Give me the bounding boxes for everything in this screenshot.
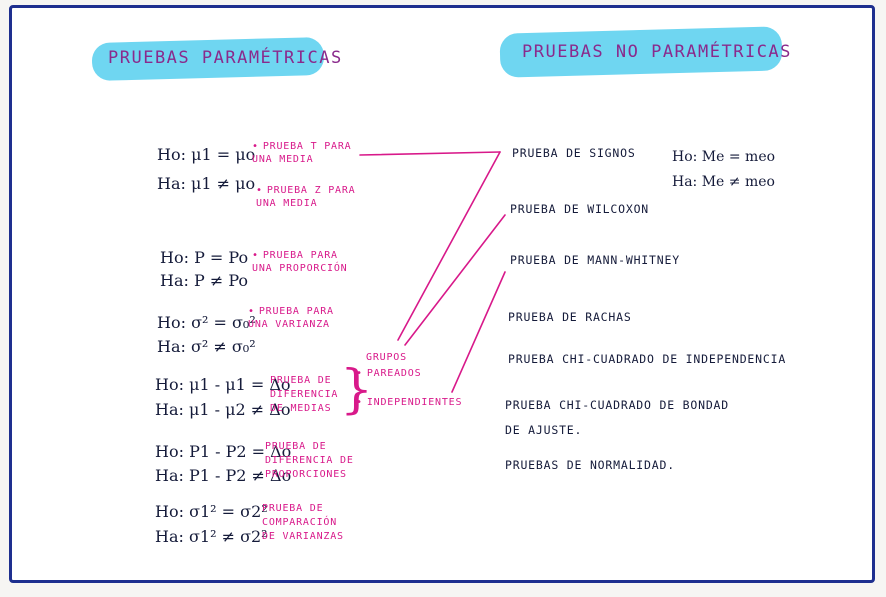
ha-proporcion: Ha: P ≠ Po bbox=[160, 271, 249, 290]
test-proporcion: Prueba para una proporción bbox=[252, 249, 362, 275]
test-z-media: Prueba z para una media bbox=[256, 184, 361, 210]
h0-mediana: Ho: Me = meo bbox=[672, 149, 776, 165]
line-pareados-to-signos bbox=[397, 151, 501, 341]
test-varianza: Prueba para una varianza bbox=[248, 305, 353, 331]
test-t-media: Prueba t para una media bbox=[252, 140, 362, 166]
np-chi-independencia: PRUEBA CHI-CUADRADO DE INDEPENDENCIA bbox=[508, 352, 787, 366]
np-wilcoxon: PRUEBA DE WILCOXON bbox=[510, 202, 650, 216]
np-chi-bondad: PRUEBA CHI-CUADRADO DE BONDAD DE AJUSTE. bbox=[505, 398, 729, 437]
ha-mediana: Ha: Me ≠ meo bbox=[672, 174, 775, 190]
test-comp-varianzas: Prueba de comparación de varianzas bbox=[262, 503, 344, 542]
h0-comp-varianzas: Ho: σ1² = σ2² bbox=[155, 502, 268, 521]
h0-varianza: Ho: σ² = σ₀² bbox=[157, 313, 256, 332]
test-dif-medias: Prueba de diferencia de medias bbox=[270, 375, 339, 414]
ha-varianza: Ha: σ² ≠ σ₀² bbox=[157, 337, 256, 356]
h0-media: Ho: μ1 = μo bbox=[157, 145, 256, 164]
connector-lines bbox=[359, 151, 506, 393]
np-rachas: PRUEBA DE RACHAS bbox=[508, 310, 632, 324]
ha-comp-varianzas: Ha: σ1² ≠ σ2² bbox=[155, 527, 268, 546]
test-dif-proporciones: Prueba de diferencia de proporciones bbox=[265, 441, 354, 480]
np-mann-whitney: PRUEBA DE MANN-WHITNEY bbox=[510, 253, 680, 267]
label-pareados: Pareados bbox=[356, 367, 421, 380]
np-normalidad: PRUEBAS DE NORMALIDAD. bbox=[505, 458, 675, 472]
label-grupos: Grupos bbox=[366, 352, 407, 363]
np-signos: PRUEBA DE SIGNOS bbox=[512, 146, 636, 160]
h0-proporcion: Ho: P = Po bbox=[160, 248, 249, 267]
ha-media: Ha: μ1 ≠ μo bbox=[157, 174, 256, 193]
line-t-to-signos bbox=[359, 151, 501, 156]
line-indep-to-mannwhitney bbox=[451, 271, 506, 393]
label-independientes: Independientes bbox=[356, 396, 462, 409]
